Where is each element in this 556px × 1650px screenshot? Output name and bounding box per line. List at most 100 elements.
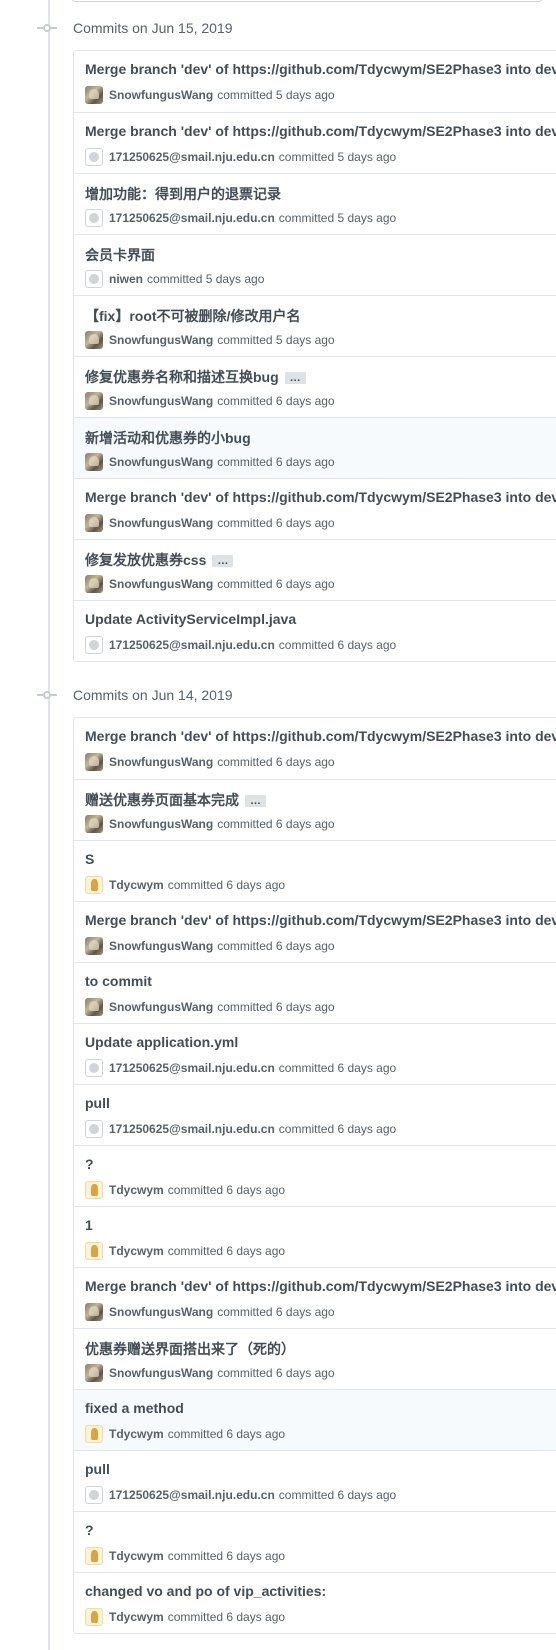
commit-author-link[interactable]: SnowfungusWang: [109, 1000, 213, 1014]
commit-author-link[interactable]: SnowfungusWang: [109, 577, 213, 591]
commit-meta: 171250625@smail.nju.edu.cn committed 5 da…: [85, 147, 396, 167]
snow-avatar-icon[interactable]: [85, 392, 103, 410]
commit-author-link[interactable]: 171250625@smail.nju.edu.cn: [109, 638, 275, 652]
commit-message-link[interactable]: Merge branch 'dev' of https://github.com…: [85, 728, 556, 744]
commit-time: committed 5 days ago: [278, 211, 397, 225]
commit-message-text: fixed a method: [85, 1400, 184, 1416]
commit-author-link[interactable]: SnowfungusWang: [109, 394, 213, 408]
commit-author-link[interactable]: SnowfungusWang: [109, 455, 213, 469]
commit-message-link[interactable]: 修复优惠券名称和描述互换bug…: [85, 367, 306, 387]
commit-row: fixed a method Tdycwym committed 6 days ag…: [74, 1389, 556, 1450]
snow-avatar-icon[interactable]: [85, 998, 103, 1016]
commit-message-link[interactable]: 会员卡界面: [85, 245, 155, 265]
commit-author-link[interactable]: SnowfungusWang: [109, 516, 213, 530]
commit-author-link[interactable]: SnowfungusWang: [109, 755, 213, 769]
commit-meta: SnowfungusWang committed 6 days ago: [85, 997, 335, 1017]
commit-message-link[interactable]: 优惠券赠送界面搭出来了（死的）: [85, 1339, 295, 1359]
tdycwym-avatar-icon[interactable]: [85, 1547, 103, 1565]
commit-meta: SnowfungusWang committed 6 days ago: [85, 936, 335, 956]
commit-meta: SnowfungusWang committed 5 days ago: [85, 330, 335, 350]
commit-author-link[interactable]: 171250625@smail.nju.edu.cn: [109, 150, 275, 164]
commit-message-link[interactable]: S: [85, 851, 94, 867]
github-default-avatar-icon[interactable]: [85, 1059, 103, 1077]
expand-message-button[interactable]: …: [212, 555, 234, 568]
commit-message-text: 赠送优惠券页面基本完成: [85, 792, 239, 808]
expand-message-button[interactable]: …: [245, 795, 266, 808]
commit-author-link[interactable]: Tdycwym: [109, 1427, 164, 1441]
commit-message-link[interactable]: 修复发放优惠券css…: [85, 550, 234, 570]
commit-author-link[interactable]: Tdycwym: [109, 1183, 164, 1197]
commit-author-link[interactable]: Tdycwym: [109, 1549, 164, 1563]
tdycwym-avatar-icon[interactable]: [85, 1242, 103, 1260]
commit-message-text: Update ActivityServiceImpl.java: [85, 611, 297, 627]
snow-avatar-icon[interactable]: [85, 1303, 103, 1321]
expand-message-button[interactable]: …: [284, 372, 306, 385]
commit-message-link[interactable]: to commit: [85, 973, 152, 989]
commit-meta: SnowfungusWang committed 6 days ago: [85, 814, 335, 834]
commit-message-link[interactable]: Update application.yml: [85, 1034, 238, 1050]
commit-meta: Tdycwym committed 6 days ago: [85, 1546, 285, 1566]
github-default-avatar-icon[interactable]: [85, 1486, 103, 1504]
commit-message-link[interactable]: Merge branch 'dev' of https://github.com…: [85, 61, 556, 77]
commit-message-link[interactable]: changed vo and po of vip_activities:: [85, 1583, 326, 1599]
snow-avatar-icon[interactable]: [85, 753, 103, 771]
commit-message-link[interactable]: pull: [85, 1461, 110, 1477]
commit-message-link[interactable]: Merge branch 'dev' of https://github.com…: [85, 912, 556, 928]
tdycwym-avatar-icon[interactable]: [85, 1608, 103, 1626]
snow-avatar-icon[interactable]: [85, 86, 103, 104]
commit-author-link[interactable]: Tdycwym: [109, 878, 164, 892]
commit-message-link[interactable]: ?: [85, 1522, 94, 1538]
group-header: Commits on Jun 15, 2019: [0, 10, 556, 50]
commit-message-text: 优惠券赠送界面搭出来了（死的）: [85, 1341, 295, 1357]
tdycwym-avatar-icon[interactable]: [85, 1181, 103, 1199]
tdycwym-avatar-icon[interactable]: [85, 876, 103, 894]
commit-row: Merge branch 'dev' of https://github.com…: [74, 718, 556, 779]
commit-author-link[interactable]: 171250625@smail.nju.edu.cn: [109, 1061, 275, 1075]
snow-avatar-icon[interactable]: [85, 514, 103, 532]
commit-meta: SnowfungusWang committed 6 days ago: [85, 1363, 335, 1383]
github-default-avatar-icon[interactable]: [85, 270, 103, 288]
commit-message-link[interactable]: Merge branch 'dev' of https://github.com…: [85, 489, 556, 505]
commit-message-link[interactable]: pull: [85, 1095, 110, 1111]
commit-author-link[interactable]: SnowfungusWang: [109, 817, 213, 831]
commit-message-link[interactable]: Update ActivityServiceImpl.java: [85, 611, 296, 627]
snow-avatar-icon[interactable]: [85, 453, 103, 471]
commit-message-text: to commit: [85, 973, 152, 989]
commit-meta: 171250625@smail.nju.edu.cn committed 5 da…: [85, 208, 396, 228]
commit-author-link[interactable]: niwen: [109, 272, 143, 286]
tdycwym-avatar-icon[interactable]: [85, 1425, 103, 1443]
snow-avatar-icon[interactable]: [85, 937, 103, 955]
commit-message-link[interactable]: 1: [85, 1217, 93, 1233]
snow-avatar-icon[interactable]: [85, 815, 103, 833]
commit-author-link[interactable]: Tdycwym: [109, 1610, 164, 1624]
commit-author-link[interactable]: SnowfungusWang: [109, 1305, 213, 1319]
snow-avatar-icon[interactable]: [85, 575, 103, 593]
commit-author-link[interactable]: 171250625@smail.nju.edu.cn: [109, 1122, 275, 1136]
commit-author-link[interactable]: 171250625@smail.nju.edu.cn: [109, 211, 275, 225]
commit-author-link[interactable]: 171250625@smail.nju.edu.cn: [109, 1488, 275, 1502]
github-default-avatar-icon[interactable]: [85, 209, 103, 227]
commit-author-link[interactable]: SnowfungusWang: [109, 333, 213, 347]
commit-message-link[interactable]: fixed a method: [85, 1400, 184, 1416]
commit-author-link[interactable]: SnowfungusWang: [109, 88, 213, 102]
commit-message-link[interactable]: 【fix】root不可被删除/修改用户名: [85, 306, 300, 326]
commit-author-link[interactable]: SnowfungusWang: [109, 1366, 213, 1380]
snow-avatar-icon[interactable]: [85, 331, 103, 349]
commit-time: committed 6 days ago: [217, 1305, 335, 1319]
github-default-avatar-icon[interactable]: [85, 148, 103, 166]
commit-message-link[interactable]: 赠送优惠券页面基本完成 …: [85, 790, 266, 810]
commit-message-link[interactable]: Merge branch 'dev' of https://github.com…: [85, 1278, 556, 1294]
commit-meta: SnowfungusWang committed 6 days ago: [85, 1302, 335, 1322]
commit-meta: niwen committed 5 days ago: [85, 269, 264, 289]
commit-author-link[interactable]: Tdycwym: [109, 1244, 164, 1258]
commit-message-link[interactable]: 增加功能：得到用户的退票记录: [85, 184, 281, 204]
commit-message-link[interactable]: 新增活动和优惠券的小bug: [85, 428, 251, 448]
group-header: Commits on Jun 14, 2019: [0, 677, 556, 717]
github-default-avatar-icon[interactable]: [85, 1120, 103, 1138]
snow-avatar-icon[interactable]: [85, 1364, 103, 1382]
commit-author-link[interactable]: SnowfungusWang: [109, 939, 213, 953]
commit-time: committed 5 days ago: [147, 272, 265, 286]
commit-message-link[interactable]: ?: [85, 1156, 94, 1172]
commit-message-link[interactable]: Merge branch 'dev' of https://github.com…: [85, 123, 556, 139]
github-default-avatar-icon[interactable]: [85, 636, 103, 654]
